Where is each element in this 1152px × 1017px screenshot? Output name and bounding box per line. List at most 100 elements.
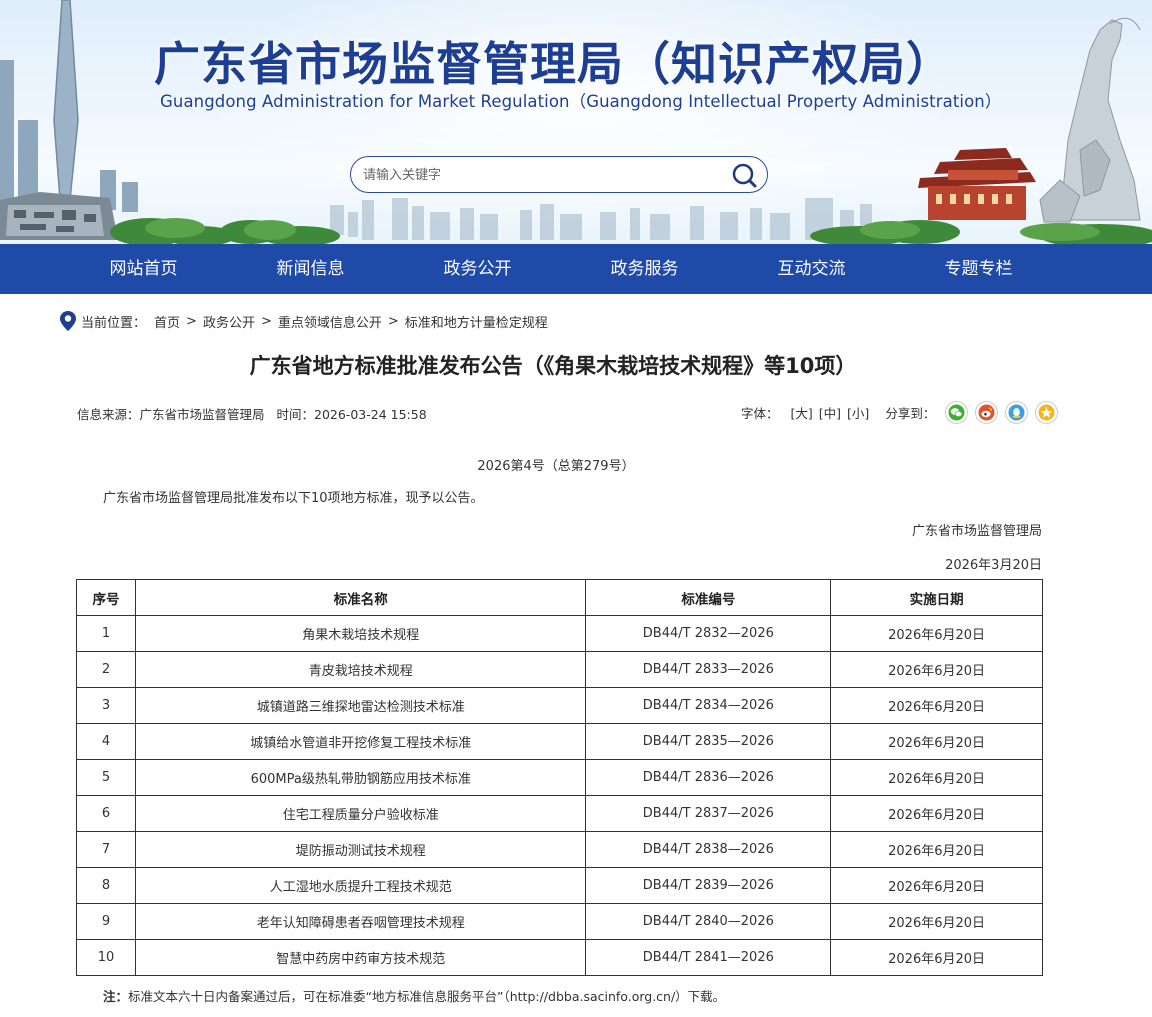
nav-item-topics[interactable]: 专题专栏 [895,244,1062,294]
cell-index: 6 [76,795,136,832]
cell-date: 2026年6月20日 [830,795,1043,832]
cell-date: 2026年6月20日 [830,615,1043,652]
note-label: 注： [103,989,129,1004]
cell-date: 2026年6月20日 [830,939,1043,976]
cell-date: 2026年6月20日 [830,903,1043,940]
cell-code: DB44/T 2839—2026 [585,867,832,904]
cell-date: 2026年6月20日 [830,723,1043,760]
cell-date: 2026年6月20日 [830,867,1043,904]
cell-name: 青皮栽培技术规程 [134,651,587,688]
table-row: 6 住宅工程质量分户验收标准 DB44/T 2837—2026 2026年6月2… [76,795,1043,832]
nav-item-interaction[interactable]: 互动交流 [728,244,895,294]
table-row: 2 青皮栽培技术规程 DB44/T 2833—2026 2026年6月20日 [76,651,1043,688]
header-banner: 广东省市场监督管理局（知识产权局） Guangdong Administrati… [0,0,1152,244]
breadcrumb-label: 当前位置： [81,315,147,331]
table-row: 5 600MPa级热轧带肋钢筋应用技术标准 DB44/T 2836—2026 2… [76,759,1043,796]
breadcrumb-public-affairs[interactable]: 政务公开 [203,312,255,331]
article-time: 时间：2026-03-24 15:58 [276,407,427,422]
share-label: 分享到： [885,405,936,421]
nav-item-home[interactable]: 网站首页 [60,244,227,294]
breadcrumb-key-areas[interactable]: 重点领域信息公开 [278,312,382,331]
document-number: 2026第4号（总第279号） [477,459,635,474]
nav-item-services[interactable]: 政务服务 [561,244,728,294]
nav-item-public-affairs[interactable]: 政务公开 [394,244,561,294]
download-note: 注：标准文本六十日内备案通过后，可在标准委“地方标准信息服务平台”（http:/… [103,986,725,1005]
breadcrumb-separator: > [260,313,272,329]
site-title: 广东省市场监督管理局（知识产权局） [154,37,953,91]
table-row: 1 角果木栽培技术规程 DB44/T 2832—2026 2026年6月20日 [76,615,1043,652]
search-input[interactable] [363,165,723,185]
cell-code: DB44/T 2834—2026 [585,687,832,724]
cell-code: DB44/T 2836—2026 [585,759,832,796]
font-size-label: 字体： [741,405,779,421]
announcement-intro: 广东省市场监督管理局批准发布以下10项地方标准，现予以公告。 [103,491,484,506]
cell-index: 1 [76,615,136,652]
cell-index: 10 [76,939,136,976]
qq-icon [1008,404,1025,420]
breadcrumb-separator: > [186,313,197,329]
cell-date: 2026年6月20日 [830,759,1043,796]
cell-index: 7 [76,831,136,868]
wechat-icon [948,404,965,420]
article-meta: 信息来源：广东省市场监督管理局 时间：2026-03-24 15:58 [77,404,427,423]
cell-code: DB44/T 2840—2026 [585,903,832,940]
breadcrumb-standards[interactable]: 标准和地方计量检定规程 [405,312,548,331]
signature-date: 2026年3月20日 [945,558,1042,573]
cell-name: 智慧中药房中药审方技术规范 [134,939,587,976]
cell-name: 城镇给水管道非开挖修复工程技术标准 [134,723,587,760]
cell-index: 8 [76,867,136,904]
column-header-date: 实施日期 [830,579,1043,616]
article-source: 信息来源：广东省市场监督管理局 [77,407,265,422]
table-row: 3 城镇道路三维探地雷达检测技术标准 DB44/T 2834—2026 2026… [76,687,1043,724]
share-weibo-button[interactable] [975,400,999,424]
site-title-english: Guangdong Administration for Market Regu… [160,92,1002,111]
breadcrumb-home[interactable]: 首页 [154,312,180,331]
font-size-small-button[interactable]: [小] [847,403,869,422]
cell-index: 2 [76,651,136,688]
font-size-medium-button[interactable]: [中] [819,403,841,422]
signature-organization: 广东省市场监督管理局 [911,524,1042,539]
share-wechat-button[interactable] [945,400,969,424]
cell-code: DB44/T 2832—2026 [585,615,832,652]
main-nav: 网站首页 新闻信息 政务公开 政务服务 互动交流 专题专栏 [0,244,1152,294]
table-row: 10 智慧中药房中药审方技术规范 DB44/T 2841—2026 2026年6… [76,939,1043,976]
column-header-index: 序号 [76,579,136,616]
standards-table: 序号 标准名称 标准编号 实施日期 1 角果木栽培技术规程 DB44/T 283… [76,579,1043,976]
breadcrumb-separator: > [387,313,399,329]
table-row: 8 人工湿地水质提升工程技术规范 DB44/T 2839—2026 2026年6… [76,867,1043,904]
table-row: 4 城镇给水管道非开挖修复工程技术标准 DB44/T 2835—2026 202… [76,723,1043,760]
breadcrumb: 当前位置： 首页 > 政务公开 > 重点领域信息公开 > 标准和地方计量检定规程 [60,311,548,331]
cell-name: 堤防振动测试技术规程 [134,831,587,868]
search-box [350,156,768,193]
cell-date: 2026年6月20日 [830,687,1043,724]
search-icon [732,163,757,188]
search-button[interactable] [731,161,759,189]
cell-code: DB44/T 2838—2026 [585,831,832,868]
cell-index: 5 [76,759,136,796]
cell-name: 老年认知障碍患者吞咽管理技术规程 [134,903,587,940]
cell-index: 3 [76,687,136,724]
column-header-code: 标准编号 [585,579,832,616]
cell-name: 角果木栽培技术规程 [134,615,587,652]
location-pin-icon [60,311,76,331]
article-title: 广东省地方标准批准发布公告（《角果木栽培技术规程》等10项） [249,354,857,378]
cell-date: 2026年6月20日 [830,831,1043,868]
cell-name: 城镇道路三维探地雷达检测技术标准 [134,687,587,724]
cell-index: 9 [76,903,136,940]
qzone-icon [1038,404,1055,420]
cell-name: 住宅工程质量分户验收标准 [134,795,587,832]
share-qzone-button[interactable] [1035,400,1059,424]
note-text: 标准文本六十日内备案通过后，可在标准委“地方标准信息服务平台”（http://d… [128,989,726,1004]
cell-code: DB44/T 2833—2026 [585,651,832,688]
nav-item-news[interactable]: 新闻信息 [227,244,394,294]
cell-name: 人工湿地水质提升工程技术规范 [134,867,587,904]
column-header-name: 标准名称 [134,579,587,616]
weibo-icon [978,404,995,420]
font-size-large-button[interactable]: [大] [791,403,813,422]
share-qq-button[interactable] [1005,400,1029,424]
cell-code: DB44/T 2835—2026 [585,723,832,760]
table-row: 7 堤防振动测试技术规程 DB44/T 2838—2026 2026年6月20日 [76,831,1043,868]
cell-code: DB44/T 2841—2026 [585,939,832,976]
cell-date: 2026年6月20日 [830,651,1043,688]
cell-name: 600MPa级热轧带肋钢筋应用技术标准 [134,759,587,796]
